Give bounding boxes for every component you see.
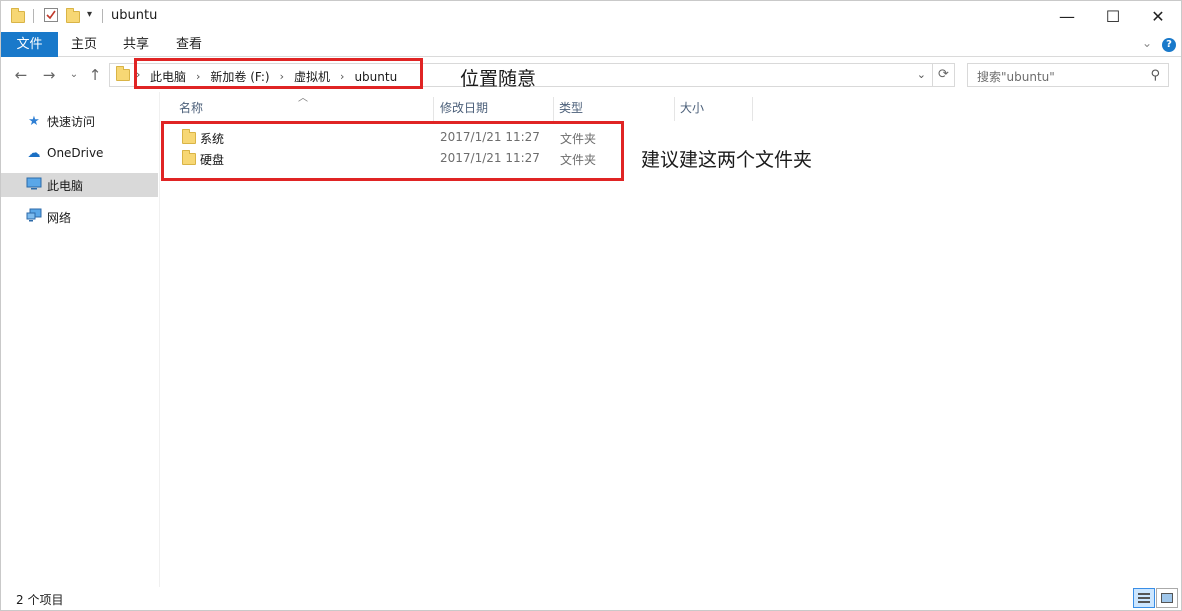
column-divider[interactable] [752,97,753,121]
sidebar-item-label: 网络 [47,210,72,225]
sidebar-item-label: 快速访问 [47,114,96,129]
sidebar-item-label: OneDrive [47,146,104,160]
sidebar-item-this-pc[interactable]: 此电脑 [1,173,158,197]
computer-icon [25,177,43,194]
annotation-folders-note: 建议建这两个文件夹 [641,149,813,171]
divider [33,9,34,23]
expand-ribbon-icon[interactable]: ⌄ [1142,36,1152,50]
tab-file[interactable]: 文件 [1,32,58,57]
title-bar: ▾ ubuntu — ☐ ✕ [1,1,1181,32]
help-icon[interactable]: ? [1162,38,1176,52]
maximize-button[interactable]: ☐ [1090,1,1136,32]
annotation-location-note: 位置随意 [460,68,537,90]
file-explorer-window: ▾ ubuntu — ☐ ✕ 文件 主页 共享 查看 ⌄ ? ← → ⌄ ↑ ›… [0,0,1182,611]
folder-icon [11,7,25,25]
column-divider[interactable] [553,97,554,121]
divider [102,9,103,23]
search-input[interactable]: 搜索"ubuntu" ⚲ [967,63,1169,87]
sidebar-item-onedrive[interactable]: ☁ OneDrive [1,141,158,165]
tab-view[interactable]: 查看 [168,32,210,57]
folder-icon [116,66,130,81]
tab-home[interactable]: 主页 [63,32,105,57]
annotation-box-address [134,58,423,89]
refresh-button[interactable]: ⟳ [933,63,955,87]
column-header-modified[interactable]: 修改日期 [436,97,552,119]
quick-access-dropdown-icon[interactable]: ▾ [87,9,92,27]
new-folder-icon[interactable] [66,7,80,25]
sidebar-item-label: 此电脑 [47,178,84,193]
pane-splitter[interactable] [159,92,160,587]
search-icon[interactable]: ⚲ [1150,68,1160,83]
forward-arrow-icon[interactable]: → [39,65,59,85]
sidebar-item-quick-access[interactable]: ★ 快速访问 [1,109,158,133]
back-arrow-icon[interactable]: ← [11,65,31,85]
minimize-button[interactable]: — [1044,1,1090,32]
column-header-size[interactable]: 大小 [676,97,752,119]
up-arrow-icon[interactable]: ↑ [85,65,105,85]
status-bar: 2 个项目 [1,587,1181,611]
window-title: ubuntu [111,8,158,23]
large-icons-view-icon[interactable] [1156,588,1178,608]
cloud-icon: ☁ [27,145,41,161]
close-button[interactable]: ✕ [1135,1,1181,32]
network-icon [25,208,43,226]
tab-share[interactable]: 共享 [115,32,157,57]
address-history-dropdown-icon[interactable]: ⌄ [917,68,926,81]
star-icon: ★ [28,113,40,129]
navigation-pane: ★ 快速访问 ☁ OneDrive 此电脑 网络 [1,92,158,587]
column-divider[interactable] [433,97,434,121]
properties-icon[interactable] [43,7,59,25]
annotation-box-folders [161,121,624,181]
ribbon-tabs: 文件 主页 共享 查看 ⌄ ? [1,32,1181,57]
search-placeholder: 搜索"ubuntu" [977,70,1055,84]
recent-locations-icon[interactable]: ⌄ [64,65,84,85]
column-header-type[interactable]: 类型 [555,97,673,119]
sidebar-item-network[interactable]: 网络 [1,205,158,229]
column-header-name[interactable]: 名称 [175,97,433,119]
column-divider[interactable] [674,97,675,121]
details-view-icon[interactable] [1133,588,1155,608]
item-count: 2 个项目 [16,593,64,607]
